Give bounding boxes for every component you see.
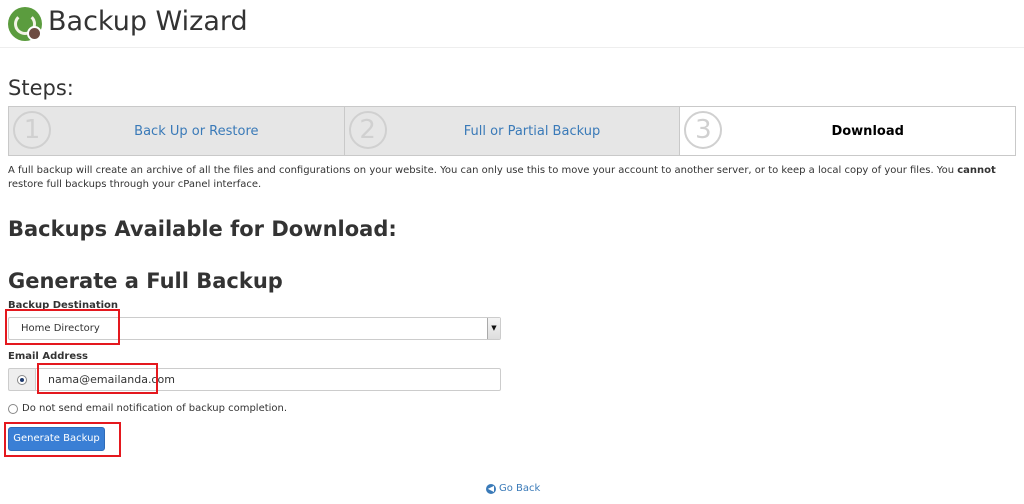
description-text-end: restore full backups through your cPanel… (8, 179, 262, 190)
description-emphasis: cannot (957, 165, 996, 176)
full-backup-description: A full backup will create an archive of … (8, 164, 1016, 192)
step-label: Download (831, 123, 904, 139)
step-number-icon: 1 (13, 111, 51, 149)
go-back-link[interactable]: ◀ Go Back (486, 483, 540, 494)
step-label[interactable]: Full or Partial Backup (385, 107, 680, 155)
highlight-box-email (37, 363, 158, 394)
email-radio-addon (8, 368, 35, 391)
steps-progress-bar: 1 Back Up or Restore 2 Full or Partial B… (8, 106, 1016, 156)
no-email-radio[interactable] (8, 404, 18, 414)
highlight-box-destination (5, 309, 120, 345)
generate-full-backup-heading: Generate a Full Backup (8, 269, 283, 293)
backups-available-heading: Backups Available for Download: (8, 217, 397, 241)
email-address-label: Email Address (8, 351, 89, 362)
step-full-or-partial-backup[interactable]: 2 Full or Partial Backup (344, 107, 681, 155)
cpanel-backup-logo-icon (8, 7, 42, 41)
step-download: 3 Download (680, 107, 1016, 155)
steps-heading: Steps: (8, 76, 74, 100)
highlight-box-generate (4, 422, 121, 457)
step-back-up-or-restore[interactable]: 1 Back Up or Restore (9, 107, 345, 155)
go-back-label[interactable]: Go Back (499, 483, 540, 494)
no-email-label[interactable]: Do not send email notification of backup… (22, 403, 287, 414)
dropdown-arrow-icon[interactable]: ▼ (487, 318, 500, 339)
arrow-left-circle-icon: ◀ (486, 483, 496, 494)
step-label[interactable]: Back Up or Restore (49, 107, 344, 155)
email-notify-radio[interactable] (17, 375, 27, 385)
step-number-icon: 3 (684, 111, 723, 149)
step-number-icon: 2 (348, 111, 387, 149)
description-text: A full backup will create an archive of … (8, 165, 958, 176)
page-title: Backup Wizard (48, 6, 248, 37)
page-header: Backup Wizard (0, 0, 1024, 48)
